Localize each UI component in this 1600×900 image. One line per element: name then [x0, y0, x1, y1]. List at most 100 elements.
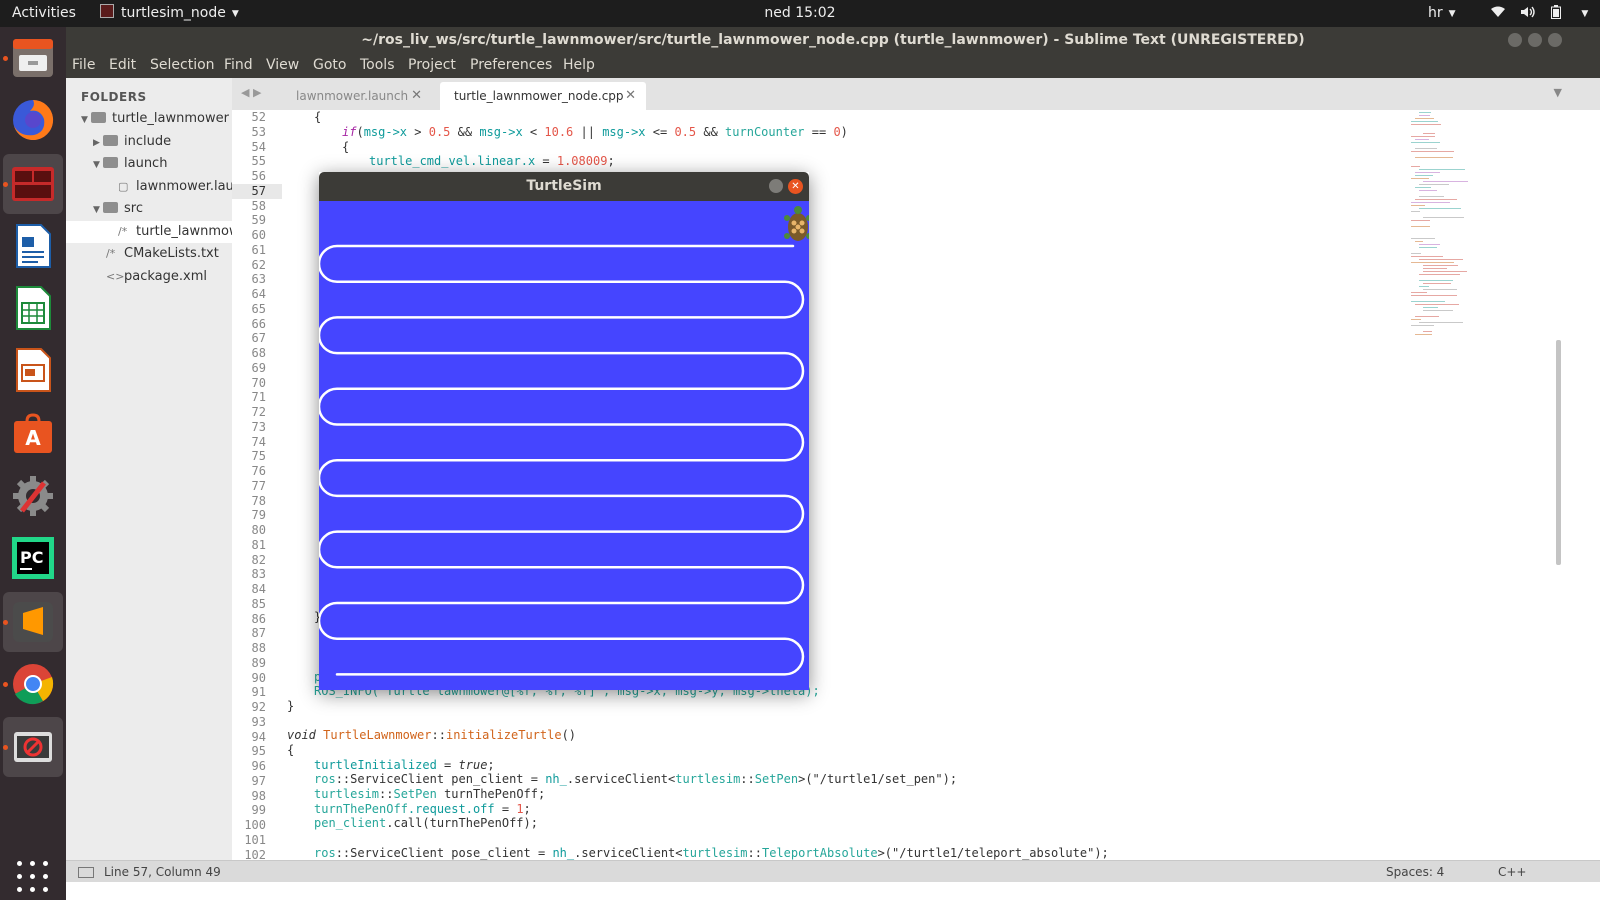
- sidebar-item-turtle-lawnmower[interactable]: ▼ turtle_lawnmower: [66, 108, 232, 130]
- menu-selection[interactable]: Selection: [150, 57, 215, 73]
- code-minimap[interactable]: [1407, 110, 1527, 340]
- ubuntu-software-icon: A: [14, 413, 52, 453]
- sidebar-item-turtle-lawnmower-node[interactable]: /*turtle_lawnmower_node.cpp: [66, 221, 232, 243]
- line-number: 102: [244, 847, 266, 861]
- minimap-line: [1415, 172, 1440, 173]
- sidebar-item-lawnmower-launch[interactable]: ▢lawnmower.launch: [66, 176, 232, 198]
- line-number: 70: [251, 375, 266, 390]
- menu-find[interactable]: Find: [224, 57, 253, 73]
- tab-bar: ◀ ▶ lawnmower.launch ✕ turtle_lawnmower_n…: [232, 78, 1600, 111]
- close-icon[interactable]: ✕: [625, 82, 636, 110]
- minimap-line: [1411, 301, 1445, 302]
- minimap-line: [1419, 169, 1465, 170]
- tab-nav-arrows[interactable]: ◀ ▶: [241, 86, 261, 99]
- indentation-setting[interactable]: Spaces: 4: [1386, 861, 1444, 883]
- line-number: 95: [251, 744, 266, 759]
- minimap-line: [1411, 121, 1438, 122]
- syntax-selector[interactable]: C++: [1498, 861, 1527, 883]
- dock-files[interactable]: [10, 35, 56, 81]
- dock-writer[interactable]: [10, 223, 56, 269]
- dock-pycharm[interactable]: PC: [10, 535, 56, 581]
- sidebar-item-include[interactable]: ▶ include: [66, 131, 232, 153]
- panel-toggle-icon[interactable]: [78, 867, 94, 878]
- turtlesim-app-icon: [14, 732, 52, 762]
- clock[interactable]: ned 15:02: [764, 5, 835, 21]
- turtlesim-title: TurtleSim: [526, 178, 602, 194]
- dock-calc[interactable]: [10, 285, 56, 331]
- sidebar-item-launch[interactable]: ▼ launch: [66, 153, 232, 175]
- line-number: 99: [251, 803, 266, 818]
- tab-list-dropdown-icon[interactable]: ▼: [1554, 86, 1562, 99]
- firefox-icon: [13, 99, 54, 140]
- menu-edit[interactable]: Edit: [109, 57, 136, 73]
- minimize-button[interactable]: [1508, 33, 1522, 47]
- minimap-line: [1411, 205, 1425, 206]
- gear-icon: [13, 476, 53, 516]
- turtlesim-window[interactable]: TurtleSim ✕: [319, 172, 809, 690]
- dock-system-settings[interactable]: [10, 473, 56, 519]
- activities-button[interactable]: Activities: [12, 0, 76, 27]
- maximize-button[interactable]: [1528, 33, 1542, 47]
- window-titlebar[interactable]: ~/ros_liv_ws/src/turtle_lawnmower/src/tu…: [66, 27, 1600, 54]
- minimap-line: [1419, 115, 1430, 116]
- code-line: {: [342, 140, 350, 154]
- minimap-line: [1423, 265, 1458, 266]
- power-menu-caret-icon: ▼: [1581, 9, 1589, 19]
- line-number: 56: [251, 169, 266, 183]
- line-number: 101: [244, 832, 266, 847]
- minimap-line: [1411, 238, 1435, 239]
- editor-scrollbar[interactable]: [1556, 340, 1561, 565]
- minimap-line: [1419, 247, 1437, 248]
- show-applications-grid-icon[interactable]: [17, 861, 49, 893]
- dock-terminal[interactable]: [10, 161, 56, 207]
- minimap-line: [1411, 295, 1457, 296]
- code-line: ros::ServiceClient pose_client = nh_.ser…: [314, 846, 1109, 860]
- close-button[interactable]: [1548, 33, 1562, 47]
- battery-icon: [1550, 5, 1565, 21]
- dock-sublime-text[interactable]: [10, 599, 56, 645]
- minimap-line: [1415, 187, 1431, 188]
- line-number: 87: [251, 626, 266, 641]
- menu-preferences[interactable]: Preferences: [470, 57, 552, 73]
- minimap-line: [1415, 304, 1459, 305]
- dock-chrome[interactable]: [10, 661, 56, 707]
- dock: A PC: [0, 27, 66, 900]
- code-file-icon: /*: [106, 247, 116, 260]
- sidebar-item-package-xml[interactable]: <>package.xml: [66, 266, 232, 288]
- code-line: pen_client.call(turnThePenOff);: [314, 816, 538, 830]
- minimap-line: [1419, 244, 1440, 245]
- dock-ubuntu-software[interactable]: A: [10, 411, 56, 457]
- chrome-icon: [13, 664, 54, 705]
- app-menu[interactable]: turtlesim_node ▼: [100, 0, 239, 27]
- dock-impress[interactable]: [10, 347, 56, 393]
- system-tray[interactable]: ▼: [1490, 0, 1598, 27]
- code-line: ros::ServiceClient pen_client = nh_.serv…: [314, 772, 958, 786]
- running-indicator: [3, 682, 8, 687]
- minimap-line: [1419, 196, 1444, 197]
- dock-firefox[interactable]: [10, 97, 56, 143]
- turtlesim-titlebar[interactable]: TurtleSim ✕: [319, 172, 809, 201]
- minimap-line: [1415, 139, 1429, 140]
- terminal-icon: [12, 167, 54, 201]
- sidebar-item-cmakelists[interactable]: /* CMakeLists.txt: [66, 243, 232, 265]
- language-indicator[interactable]: hr ▼: [1428, 0, 1456, 27]
- running-indicator: [3, 182, 8, 187]
- menu-tools[interactable]: Tools: [360, 57, 395, 73]
- menu-project[interactable]: Project: [408, 57, 456, 73]
- turtlesim-minimize-button[interactable]: [769, 179, 783, 193]
- line-number-gutter: 52 53 54 55 56 57 58 59 60 61 62 63 64 65 66 67 68 69 70 71…: [232, 110, 282, 860]
- minimap-line: [1415, 118, 1434, 119]
- minimap-line: [1411, 124, 1441, 125]
- minimap-line: [1423, 310, 1453, 311]
- turtlesim-close-button[interactable]: ✕: [788, 179, 803, 194]
- close-icon[interactable]: ✕: [411, 82, 422, 110]
- line-number: 81: [251, 537, 266, 552]
- tab-turtle-lawnmower-node[interactable]: turtle_lawnmower_node.cpp ✕: [440, 82, 646, 110]
- menu-goto[interactable]: Goto: [313, 57, 346, 73]
- tab-lawnmower-launch[interactable]: lawnmower.launch ✕: [282, 82, 432, 110]
- menu-view[interactable]: View: [266, 57, 299, 73]
- menu-help[interactable]: Help: [563, 57, 595, 73]
- sidebar-item-src[interactable]: ▼ src: [66, 198, 232, 220]
- dock-turtlesim[interactable]: [10, 724, 56, 770]
- menu-file[interactable]: File: [72, 57, 95, 73]
